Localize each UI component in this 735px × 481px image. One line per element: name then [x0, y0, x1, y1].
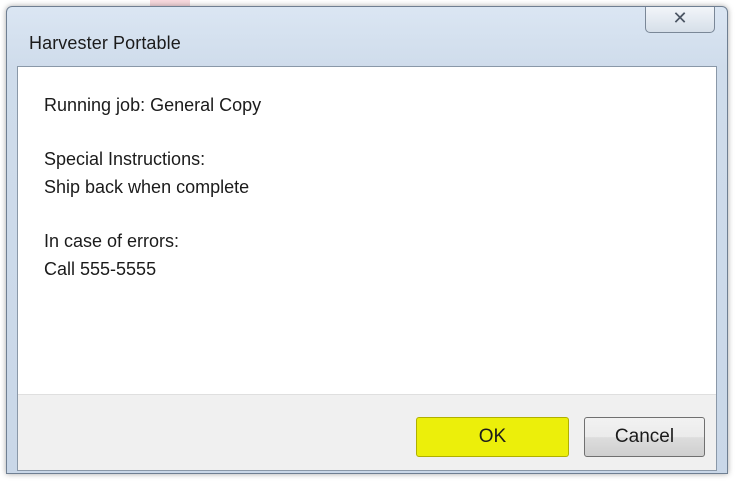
button-bar: OK Cancel: [18, 394, 716, 470]
special-instructions-heading: Special Instructions:: [44, 149, 206, 169]
ok-button[interactable]: OK: [416, 417, 569, 457]
ok-button-label: OK: [478, 426, 507, 447]
errors-heading: In case of errors:: [44, 231, 180, 251]
dialog-body: Running job: General Copy Special Instru…: [17, 66, 717, 471]
job-line: Running job: General Copy: [44, 95, 262, 115]
title-bar[interactable]: Harvester Portable ✕: [7, 7, 727, 67]
close-button[interactable]: ✕: [645, 7, 715, 33]
special-instructions-text: Ship back when complete: [44, 177, 250, 197]
close-icon: ✕: [672, 8, 688, 29]
dialog-title: Harvester Portable: [29, 33, 181, 53]
cancel-button[interactable]: Cancel: [584, 417, 705, 457]
errors-contact: Call 555-5555: [44, 259, 157, 279]
message-text: Running job: General Copy Special Instru…: [44, 91, 261, 283]
dialog-window: Harvester Portable ✕ Running job: Genera…: [6, 6, 728, 474]
cancel-button-label: Cancel: [614, 426, 675, 447]
